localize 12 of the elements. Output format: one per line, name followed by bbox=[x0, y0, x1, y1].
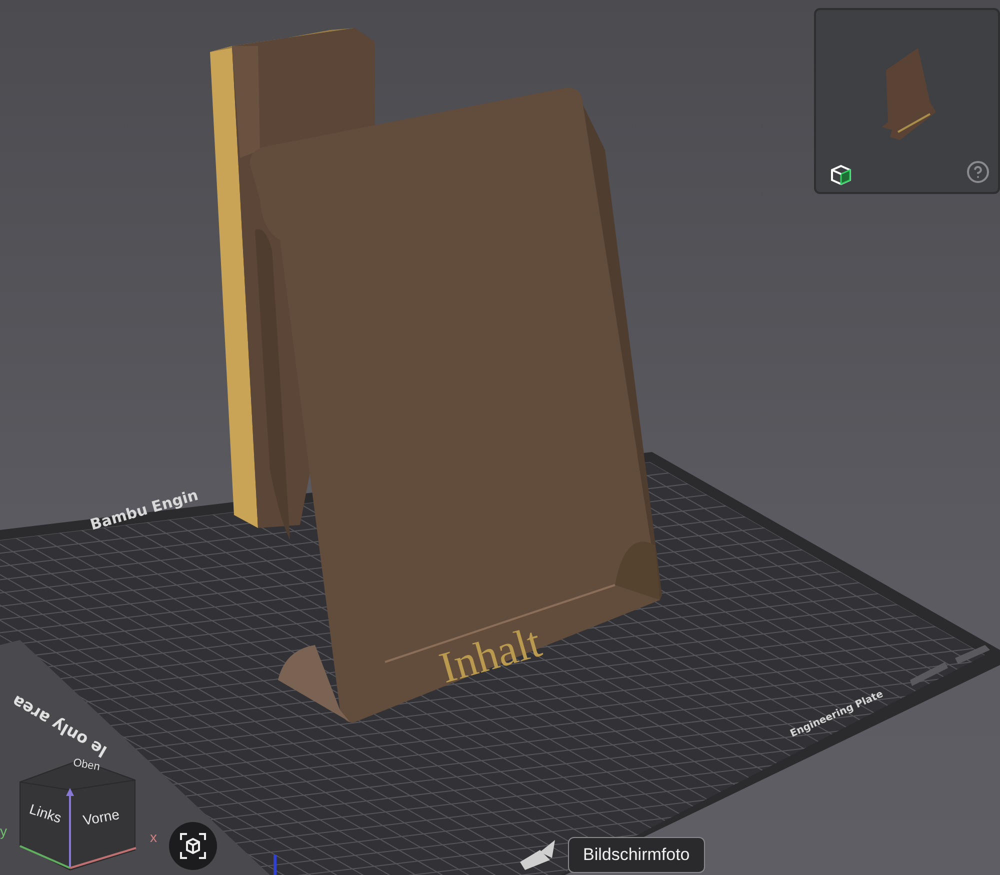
screenshot-icon bbox=[179, 832, 207, 860]
bed-label: Bambu Engin bbox=[88, 486, 200, 534]
cube-face-label[interactable]: Vorne bbox=[82, 806, 121, 828]
tooltip: Bildschirmfoto bbox=[568, 837, 705, 873]
cube-icon[interactable] bbox=[830, 164, 852, 186]
axis-label: x bbox=[150, 829, 157, 845]
model-label: Inhalt bbox=[434, 617, 546, 693]
navigation-cube-drawing[interactable] bbox=[20, 759, 136, 871]
help-icon[interactable] bbox=[966, 160, 990, 184]
cube-face-label[interactable]: Oben bbox=[72, 756, 101, 774]
axis-label: y bbox=[0, 823, 7, 839]
cube-face-label[interactable]: Links bbox=[28, 800, 64, 826]
